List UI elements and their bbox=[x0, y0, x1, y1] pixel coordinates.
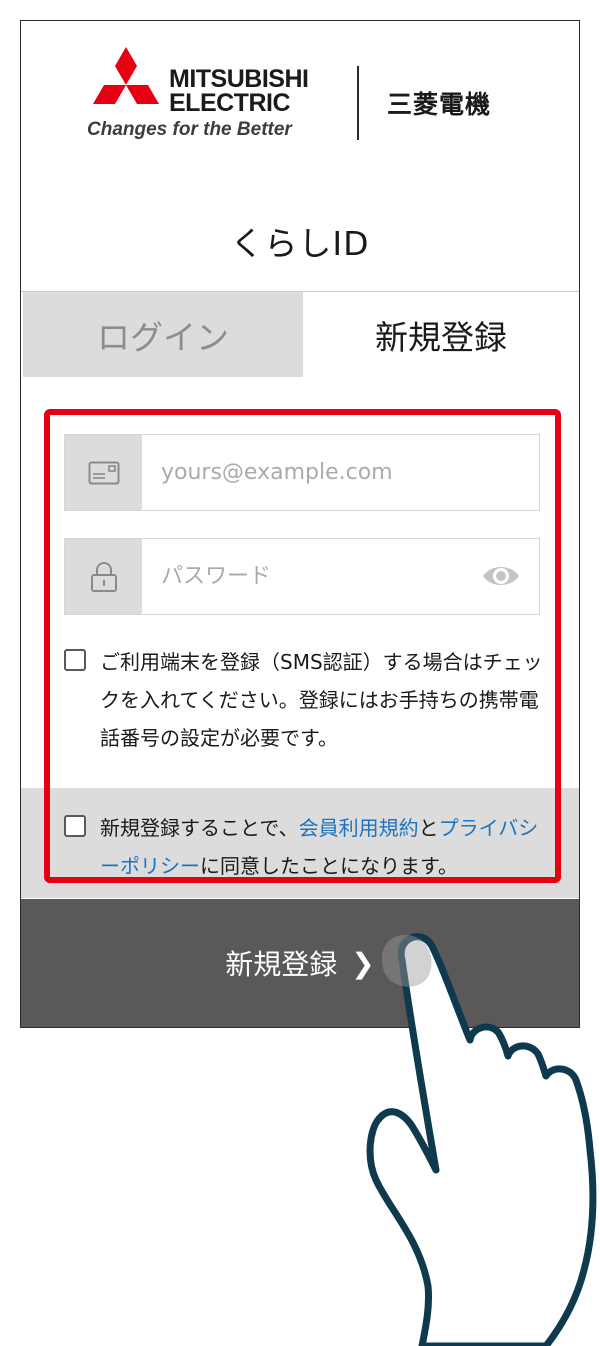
chevron-right-icon: ❯ bbox=[351, 946, 375, 980]
japanese-brand-name: 三菱電機 bbox=[387, 90, 492, 119]
tab-register[interactable]: 新規登録 bbox=[303, 292, 579, 377]
tab-login[interactable]: ログイン bbox=[23, 292, 303, 377]
lock-icon bbox=[90, 561, 117, 592]
agreement-checkbox[interactable] bbox=[64, 815, 86, 837]
eye-icon[interactable] bbox=[481, 561, 521, 591]
email-input[interactable] bbox=[161, 435, 461, 510]
header-divider bbox=[357, 66, 359, 140]
tab-register-label: 新規登録 bbox=[375, 317, 507, 357]
email-icon-box bbox=[65, 435, 142, 510]
agreement-prefix: 新規登録することで、 bbox=[100, 816, 299, 840]
password-input[interactable] bbox=[161, 539, 461, 614]
envelope-icon bbox=[88, 461, 119, 484]
register-button[interactable]: 新規登録 ❯ bbox=[21, 899, 579, 1027]
login-card: MITSUBISHI ELECTRIC Changes for the Bett… bbox=[20, 20, 580, 1028]
mitsubishi-logo: MITSUBISHI ELECTRIC Changes for the Bett… bbox=[87, 47, 327, 147]
agreement-middle: と bbox=[418, 816, 439, 840]
email-field bbox=[64, 434, 540, 511]
logo-slogan: Changes for the Better bbox=[87, 119, 292, 140]
service-title: くらしID bbox=[230, 224, 370, 263]
sms-auth-checkbox[interactable] bbox=[64, 649, 86, 671]
agreement-suffix: に同意したことになります。 bbox=[200, 854, 458, 878]
password-icon-box bbox=[65, 539, 142, 614]
register-button-label: 新規登録 bbox=[225, 948, 338, 981]
terms-link[interactable]: 会員利用規約 bbox=[299, 816, 419, 840]
sms-auth-text: ご利用端末を登録（SMS認証）する場合はチェックを入れてください。登録にはお手持… bbox=[100, 650, 543, 750]
agreement-text: 新規登録することで、会員利用規約とプライバシーポリシーに同意したことになります。 bbox=[100, 809, 550, 885]
three-diamonds-icon bbox=[93, 47, 159, 104]
password-field bbox=[64, 538, 540, 615]
logo-wordmark-line2: ELECTRIC bbox=[169, 89, 291, 117]
tab-login-label: ログイン bbox=[97, 317, 229, 357]
brand-header: MITSUBISHI ELECTRIC Changes for the Bett… bbox=[21, 21, 579, 171]
